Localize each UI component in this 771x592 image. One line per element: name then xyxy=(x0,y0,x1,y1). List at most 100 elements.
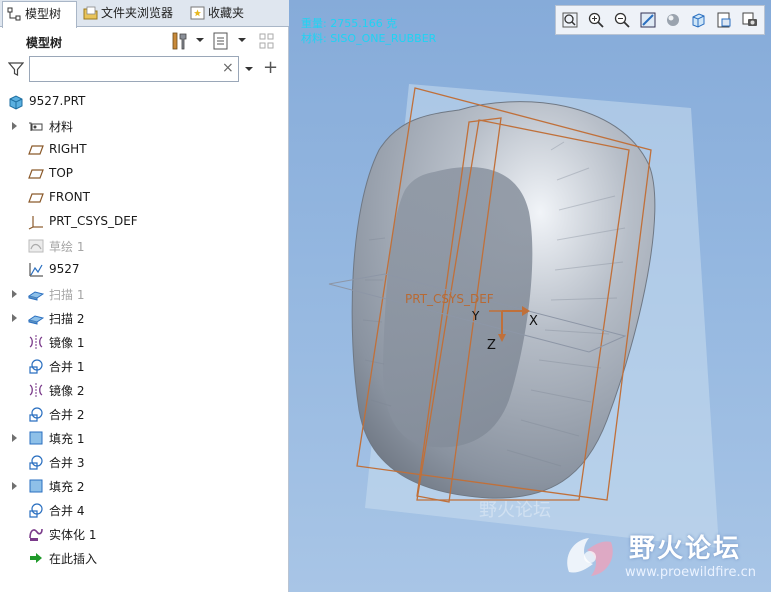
saved-orientations-icon[interactable] xyxy=(690,12,706,28)
expand-arrow-icon[interactable] xyxy=(12,314,17,322)
panel-title: 模型树 xyxy=(26,36,63,50)
tree-item[interactable]: 草绘 1 xyxy=(0,234,289,258)
expand-arrow-icon[interactable] xyxy=(12,482,17,490)
zoom-out-icon[interactable] xyxy=(614,12,630,28)
tab-favorites[interactable]: 收藏夹 xyxy=(186,1,259,27)
model-tree-panel: 模型树 文件夹浏览器 收藏夹 模型树 × + 9527.PRT 材料 RIGHT T… xyxy=(0,0,289,592)
folder-icon xyxy=(83,6,98,20)
show-list-icon[interactable] xyxy=(212,31,230,51)
tree-item-label: 合并 1 xyxy=(49,360,85,374)
search-input[interactable] xyxy=(29,56,239,82)
datum-plane-icon xyxy=(28,169,44,179)
tree-item-label: 扫描 1 xyxy=(49,288,85,302)
tree-item[interactable]: 扫描 1 xyxy=(0,282,289,306)
tree-root-label: 9527.PRT xyxy=(29,94,86,108)
tree-item-label: 合并 3 xyxy=(49,456,85,470)
chevron-down-icon[interactable] xyxy=(245,67,253,71)
model-tree-toolbar: 模型树 xyxy=(0,28,289,54)
tree-item-label: 9527 xyxy=(49,262,80,276)
filter-icon[interactable] xyxy=(8,61,24,77)
tab-folder-browser-label: 文件夹浏览器 xyxy=(101,6,174,20)
refit-icon[interactable] xyxy=(562,12,578,28)
material-icon xyxy=(29,122,43,131)
tree-item[interactable]: 镜像 1 xyxy=(0,330,289,354)
tree-item[interactable]: 在此插入 xyxy=(0,546,289,570)
tree-item-label: 扫描 2 xyxy=(49,312,85,326)
watermark: 野火论坛 www.proewildfire.cn xyxy=(559,520,771,592)
tree-item[interactable]: PRT_CSYS_DEF xyxy=(0,210,289,234)
tab-favorites-label: 收藏夹 xyxy=(208,6,245,20)
chevron-down-icon[interactable] xyxy=(238,38,246,42)
axis-y-label: Y xyxy=(472,309,480,323)
watermark-logo-icon xyxy=(567,538,613,576)
tree-item[interactable]: 填充 1 xyxy=(0,426,289,450)
tree-item-label: RIGHT xyxy=(49,142,87,156)
tree-item-label: TOP xyxy=(49,166,74,180)
datum-display-filter-icon[interactable] xyxy=(742,12,758,28)
merge-icon xyxy=(29,407,43,422)
tree-item-label: 镜像 1 xyxy=(49,336,85,350)
tab-model-tree[interactable]: 模型树 xyxy=(2,1,77,28)
tree-filter-disabled-icon[interactable] xyxy=(258,31,276,51)
csys-label: PRT_CSYS_DEF xyxy=(405,292,494,306)
axis-x-label: X xyxy=(529,314,538,329)
view-manager-icon[interactable] xyxy=(716,12,732,28)
clear-icon[interactable]: × xyxy=(222,60,234,76)
merge-icon xyxy=(29,503,43,518)
watermark-url: www.proewildfire.cn xyxy=(625,565,756,580)
chevron-down-icon[interactable] xyxy=(196,38,204,42)
expand-arrow-icon[interactable] xyxy=(12,122,17,130)
expand-arrow-icon[interactable] xyxy=(12,434,17,442)
tree-item[interactable]: 9527 xyxy=(0,258,289,282)
tree-root[interactable]: 9527.PRT xyxy=(0,90,289,114)
panel-tab-bar: 模型树 文件夹浏览器 收藏夹 xyxy=(0,0,289,28)
tree-item[interactable]: 合并 4 xyxy=(0,498,289,522)
tree-item[interactable]: TOP xyxy=(0,162,289,186)
merge-icon xyxy=(29,359,43,374)
datum-plane-icon xyxy=(28,193,44,203)
tree-item-label: 草绘 1 xyxy=(49,240,85,254)
display-style-icon[interactable] xyxy=(664,12,680,28)
tree-item-label: 在此插入 xyxy=(49,552,98,566)
tab-model-tree-label: 模型树 xyxy=(25,7,62,21)
add-filter-icon[interactable]: + xyxy=(263,57,278,78)
tree-item-label: 材料 xyxy=(49,120,74,134)
insert-here-icon xyxy=(30,553,42,563)
tree-item[interactable]: 材料 xyxy=(0,114,289,138)
sketch-icon xyxy=(28,239,44,253)
tree-item-label: 合并 2 xyxy=(49,408,85,422)
zoom-in-icon[interactable] xyxy=(588,12,604,28)
favorites-icon xyxy=(190,6,205,20)
tree-item[interactable]: 合并 2 xyxy=(0,402,289,426)
sweep-icon xyxy=(28,315,44,325)
mirror-icon xyxy=(29,383,43,397)
repaint-icon[interactable] xyxy=(640,12,656,28)
tree-item[interactable]: 填充 2 xyxy=(0,474,289,498)
solidify-icon xyxy=(29,528,43,541)
axis-z-label: Z xyxy=(487,338,496,353)
graphics-viewport[interactable]: 重量: 2755.166 克 材料: SISO_ONE_RUBBER PRT_C… xyxy=(289,0,771,592)
tree-item[interactable]: 合并 3 xyxy=(0,450,289,474)
csys-icon xyxy=(28,216,43,230)
watermark-title: 野火论坛 xyxy=(629,534,742,564)
tree-item-label: FRONT xyxy=(49,190,90,204)
tree-item[interactable]: 镜像 2 xyxy=(0,378,289,402)
sweep-icon xyxy=(28,291,44,301)
model-tree-icon xyxy=(7,7,21,21)
expand-arrow-icon[interactable] xyxy=(12,290,17,298)
view-toolbar xyxy=(555,5,765,35)
weight-readout: 重量: 2755.166 克 xyxy=(301,17,398,30)
mass-properties-readout: 重量: 2755.166 克 材料: SISO_ONE_RUBBER xyxy=(301,16,436,46)
tree-item[interactable]: RIGHT xyxy=(0,138,289,162)
settings-tools-icon[interactable] xyxy=(171,31,189,51)
tab-folder-browser[interactable]: 文件夹浏览器 xyxy=(79,1,183,27)
tree-item-label: 镜像 2 xyxy=(49,384,85,398)
tree-item-label: 填充 1 xyxy=(49,432,85,446)
tree-item[interactable]: 合并 1 xyxy=(0,354,289,378)
tree-item[interactable]: FRONT xyxy=(0,186,289,210)
tree-item[interactable]: 实体化 1 xyxy=(0,522,289,546)
material-readout: 材料: SISO_ONE_RUBBER xyxy=(301,32,437,45)
tree-item[interactable]: 扫描 2 xyxy=(0,306,289,330)
mirror-icon xyxy=(29,335,43,349)
fill-icon xyxy=(29,431,43,445)
